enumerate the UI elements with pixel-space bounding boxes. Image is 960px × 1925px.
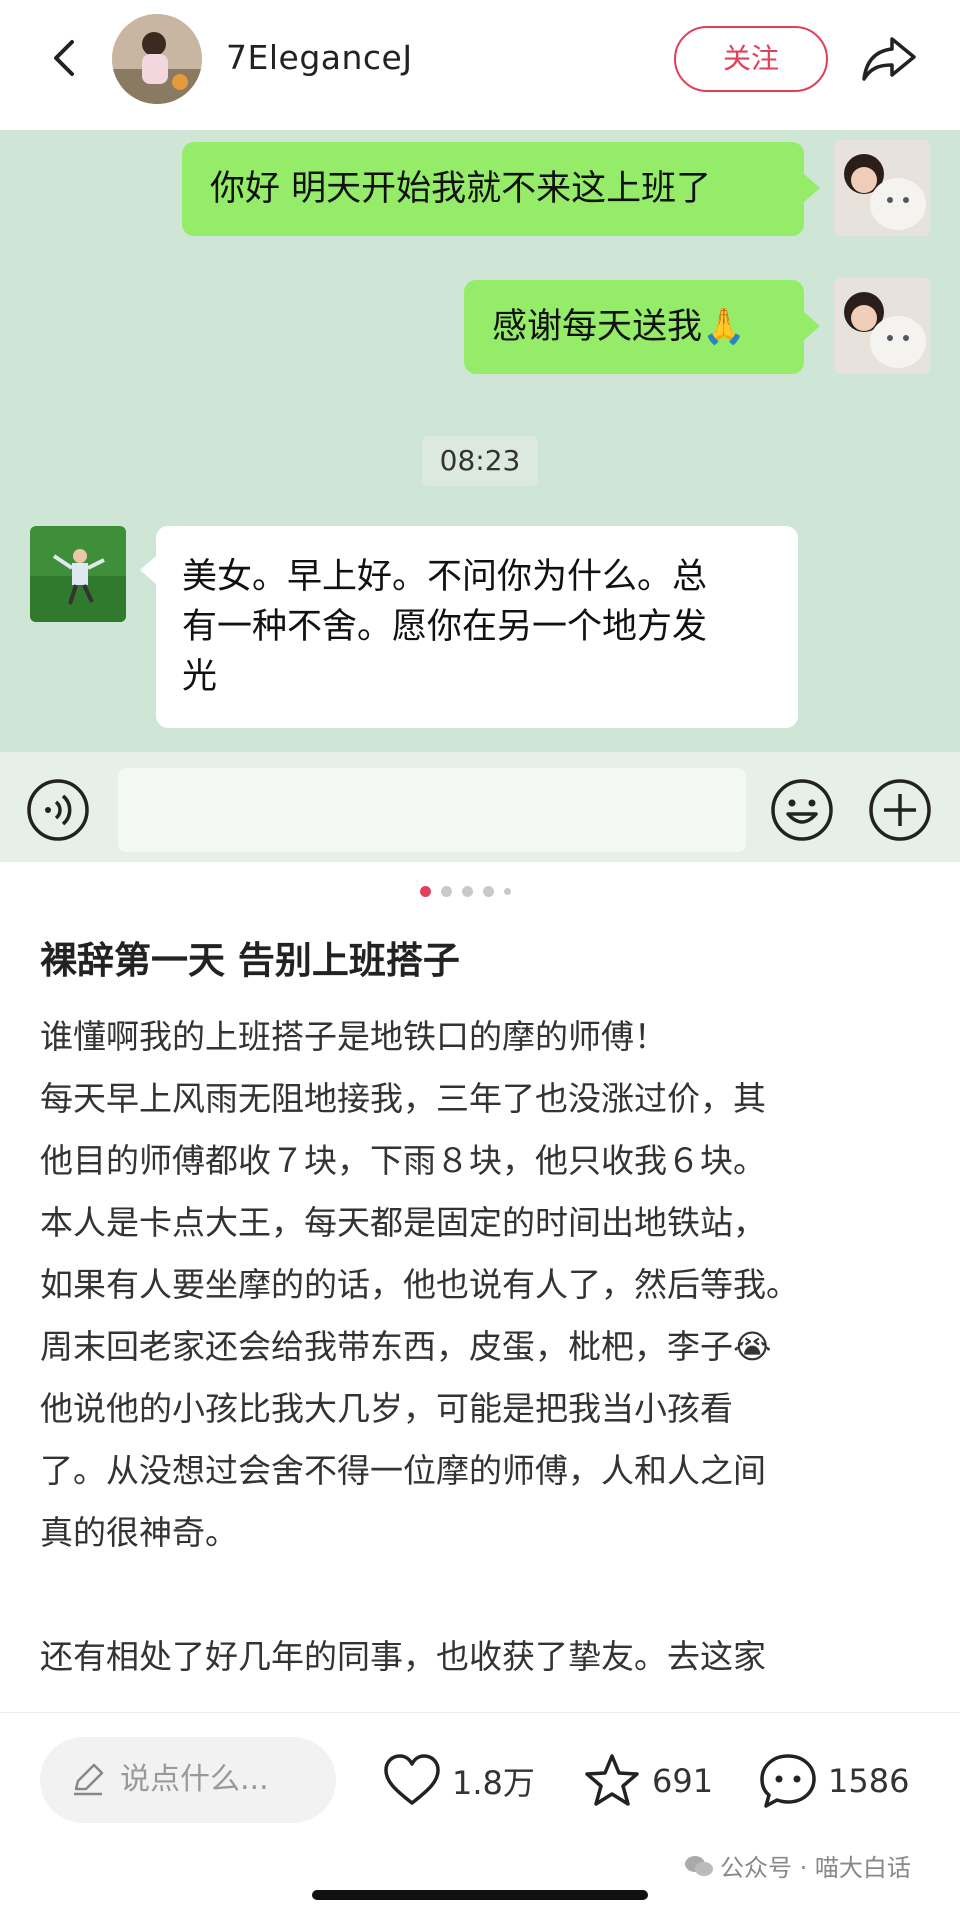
post-body: 谁懂啊我的上班搭子是地铁口的摩的师傅！ 每天早上风雨无阻地接我，三年了也没涨过价…: [40, 1006, 920, 1688]
post-line: 周末回老家还会给我带东西，皮蛋，枇杷，李子😭: [40, 1327, 772, 1366]
back-arrow-icon[interactable]: [44, 36, 88, 80]
post-line: 如果有人要坐摩的的话，他也说有人了，然后等我。: [40, 1265, 799, 1304]
comment-icon: [760, 1754, 816, 1808]
carousel-dot[interactable]: [483, 885, 494, 897]
share-icon[interactable]: [860, 33, 918, 85]
comment-input[interactable]: 说点什么...: [40, 1737, 336, 1823]
message-text: 你好 明天开始我就不来这上班了: [210, 169, 712, 209]
receiver-avatar: [30, 526, 126, 622]
chat-bubble-received: 美女。早上好。不问你为什么。总 有一种不舍。愿你在另一个地方发 光: [140, 526, 798, 728]
message-line: 美女。早上好。不问你为什么。总: [182, 557, 708, 597]
post-line: 真的很神奇。: [40, 1513, 238, 1552]
post-line: 每天早上风雨无阻地接我，三年了也没涨过价，其: [40, 1079, 766, 1118]
post-line: 谁懂啊我的上班搭子是地铁口的摩的师傅！: [40, 1017, 667, 1056]
post-line: 他目的师傅都收７块，下雨８块，他只收我６块。: [40, 1141, 766, 1180]
chat-screenshot: 你好 明天开始我就不来这上班了 感谢每天送我🙏 08:23 美女。早上好。不问你…: [0, 130, 960, 752]
top-bar: 7EleganceJ 关注: [0, 0, 960, 130]
chat-bubble-sent: 你好 明天开始我就不来这上班了: [182, 142, 820, 236]
username[interactable]: 7EleganceJ: [226, 38, 413, 77]
post-title: 裸辞第一天 告别上班搭子: [40, 939, 460, 982]
chat-timestamp: 08:23: [422, 436, 538, 486]
favorite-button[interactable]: 691: [582, 1751, 713, 1811]
voice-icon: [27, 779, 89, 841]
wechat-icon: [685, 1855, 713, 1876]
carousel-dot[interactable]: [462, 885, 473, 897]
chat-text-input: [118, 768, 746, 852]
watermark: 公众号 · 喵大白话: [684, 1848, 911, 1883]
plus-icon: [869, 779, 931, 841]
carousel-dot[interactable]: [504, 887, 511, 895]
comment-count: 1586: [828, 1762, 910, 1800]
home-indicator[interactable]: [312, 1890, 648, 1900]
star-icon: [585, 1754, 639, 1806]
carousel-dot[interactable]: [441, 885, 452, 897]
message-line: 有一种不舍。愿你在另一个地方发: [182, 607, 708, 647]
post-line: 还有相处了好几年的同事，也收获了挚友。去这家: [40, 1637, 766, 1676]
comment-button[interactable]: 1586: [758, 1751, 909, 1811]
watermark-text: 公众号 · 喵大白话: [720, 1854, 911, 1882]
like-button[interactable]: 1.8万: [382, 1751, 535, 1811]
carousel-indicator[interactable]: [420, 884, 511, 898]
emoji-icon: [771, 779, 833, 841]
heart-icon: [384, 1754, 440, 1805]
sender-avatar: [834, 278, 930, 374]
bottom-action-bar: 说点什么... 1.8万 691 1586: [0, 1712, 960, 1842]
sender-avatar: [834, 140, 930, 236]
carousel-dot-active[interactable]: [420, 885, 431, 897]
chat-input-bar: [0, 752, 960, 862]
favorite-count: 691: [652, 1762, 714, 1800]
message-text: 感谢每天送我🙏: [492, 307, 746, 347]
like-count: 1.8万: [452, 1764, 535, 1802]
post-line: 他说他的小孩比我大几岁，可能是把我当小孩看: [40, 1389, 733, 1428]
comment-placeholder: 说点什么...: [120, 1762, 269, 1797]
post-line: 本人是卡点大王，每天都是固定的时间出地铁站，: [40, 1203, 766, 1242]
chat-bubble-sent: 感谢每天送我🙏: [464, 280, 820, 374]
pen-icon: [74, 1763, 104, 1796]
post-blank-line: [40, 1564, 920, 1626]
message-line: 光: [182, 657, 218, 697]
follow-button[interactable]: 关注: [674, 26, 828, 92]
post-line: 了。从没想过会舍不得一位摩的师傅，人和人之间: [40, 1451, 766, 1490]
user-avatar[interactable]: [112, 14, 202, 104]
